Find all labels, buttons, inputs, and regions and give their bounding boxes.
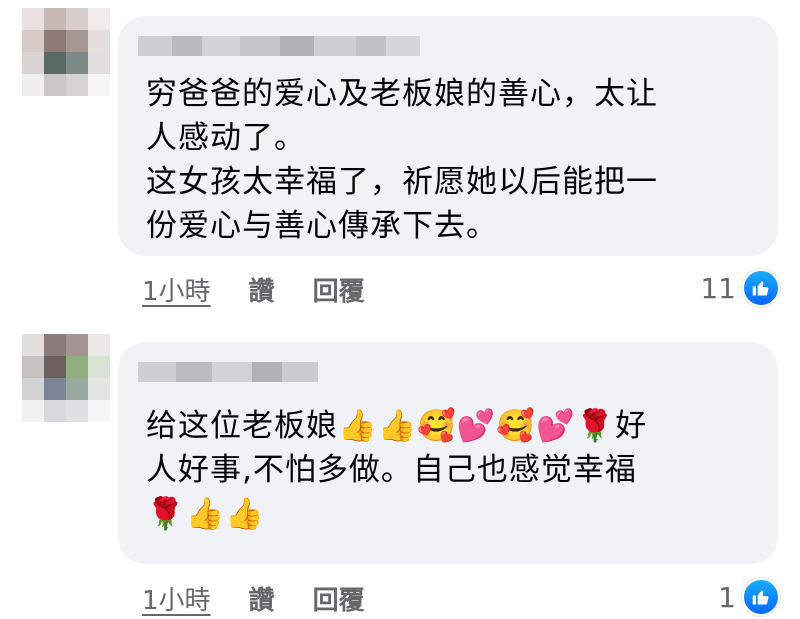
comment-text: 给这位老板娘👍👍🥰💕🥰💕🌹好 人好事,不怕多做。自己也感觉幸福 🌹👍👍 [146,408,648,532]
reaction-summary[interactable]: 11 [700,268,780,308]
like-button[interactable]: 讚 [249,271,275,308]
avatar[interactable] [22,334,110,422]
reaction-count: 11 [700,271,736,305]
reply-button[interactable]: 回覆 [313,271,365,308]
avatar[interactable] [22,8,110,96]
comment-actions: 1小時 讚 回覆 [142,269,365,309]
reaction-summary[interactable]: 1 [718,577,780,617]
comment-text: 穷爸爸的爱心及老板娘的善心，太让 人感动了。 这女孩太幸福了，祈愿她以后能把一 … [146,76,658,244]
reaction-count: 1 [718,580,736,614]
thumbs-up-icon [742,269,780,307]
comment-actions: 1小時 讚 回覆 [142,578,365,618]
thumbs-up-icon [742,578,780,616]
blurred-name[interactable] [138,36,420,56]
like-button[interactable]: 讚 [249,580,275,617]
comment-bubble: 穷爸爸的爱心及老板娘的善心，太让 人感动了。 这女孩太幸福了，祈愿她以后能把一 … [118,16,778,256]
timestamp-link[interactable]: 1小時 [142,271,211,308]
blurred-name[interactable] [138,362,318,382]
reply-button[interactable]: 回覆 [313,580,365,617]
timestamp-link[interactable]: 1小時 [142,580,211,617]
comment-bubble: 给这位老板娘👍👍🥰💕🥰💕🌹好 人好事,不怕多做。自己也感觉幸福 🌹👍👍 [118,342,778,564]
